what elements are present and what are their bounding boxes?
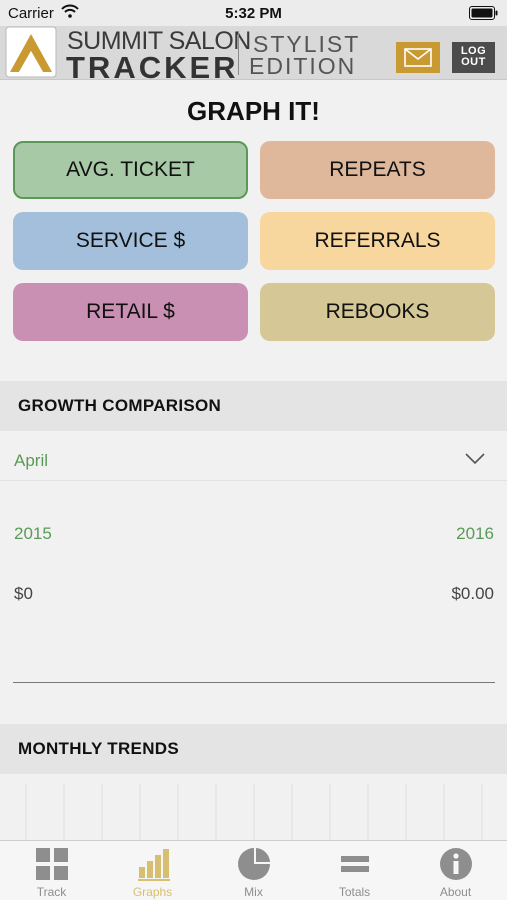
tab-label: Mix bbox=[244, 885, 263, 899]
brand-name-line2: TRACKER bbox=[66, 50, 239, 85]
year-right: 2016 bbox=[456, 524, 494, 543]
tab-track[interactable]: Track bbox=[1, 841, 102, 900]
tab-mix[interactable]: Mix bbox=[203, 841, 304, 900]
equals-icon bbox=[341, 856, 369, 872]
amount-right: $0.00 bbox=[451, 584, 494, 603]
tab-label: Graphs bbox=[132, 885, 173, 899]
service-button[interactable]: SERVICE $ bbox=[13, 212, 248, 270]
tab-totals[interactable]: Totals bbox=[304, 841, 405, 900]
logout-label-line2: OUT bbox=[461, 56, 486, 68]
monthly-trends-header: MONTHLY TRENDS bbox=[0, 724, 507, 774]
tab-label: Totals bbox=[338, 885, 371, 899]
referrals-button[interactable]: REFERRALS bbox=[260, 212, 495, 270]
summit-logo-icon bbox=[4, 26, 58, 80]
year-left: 2015 bbox=[14, 524, 52, 543]
tab-label: Track bbox=[36, 885, 67, 899]
tab-bar: Track Graphs Mix Totals About bbox=[0, 840, 507, 900]
month-dropdown[interactable]: April bbox=[0, 437, 507, 481]
bar-chart-icon bbox=[138, 849, 170, 881]
chevron-down-icon bbox=[465, 452, 485, 470]
info-icon bbox=[440, 848, 472, 880]
growth-divider bbox=[13, 682, 495, 683]
status-bar: Carrier 5:32 PM bbox=[0, 0, 507, 26]
battery-icon bbox=[469, 6, 499, 24]
pie-chart-icon bbox=[238, 848, 270, 880]
amount-left: $0 bbox=[14, 584, 33, 603]
page-title: GRAPH IT! bbox=[187, 96, 320, 126]
month-value: April bbox=[14, 451, 49, 470]
app-header: SUMMIT SALON TRACKER STYLIST EDITION LOG… bbox=[0, 26, 507, 85]
tab-graphs[interactable]: Graphs bbox=[102, 841, 203, 900]
avg-ticket-button[interactable]: AVG. TICKET bbox=[13, 141, 248, 199]
tab-label: About bbox=[439, 885, 472, 899]
trend-chart-grid bbox=[25, 784, 483, 840]
grid-icon bbox=[36, 848, 68, 880]
tab-about[interactable]: About bbox=[405, 841, 506, 900]
mail-button[interactable] bbox=[396, 42, 440, 73]
repeats-button[interactable]: REPEATS bbox=[260, 141, 495, 199]
logout-button[interactable]: LOG OUT bbox=[452, 42, 495, 73]
clock: 5:32 PM bbox=[225, 5, 282, 22]
rebooks-button[interactable]: REBOOKS bbox=[260, 283, 495, 341]
envelope-icon bbox=[404, 48, 432, 67]
growth-comparison-header: GROWTH COMPARISON bbox=[0, 381, 507, 431]
edition-line2: EDITION bbox=[249, 53, 357, 79]
retail-button[interactable]: RETAIL $ bbox=[13, 283, 248, 341]
brand-divider bbox=[238, 31, 239, 75]
